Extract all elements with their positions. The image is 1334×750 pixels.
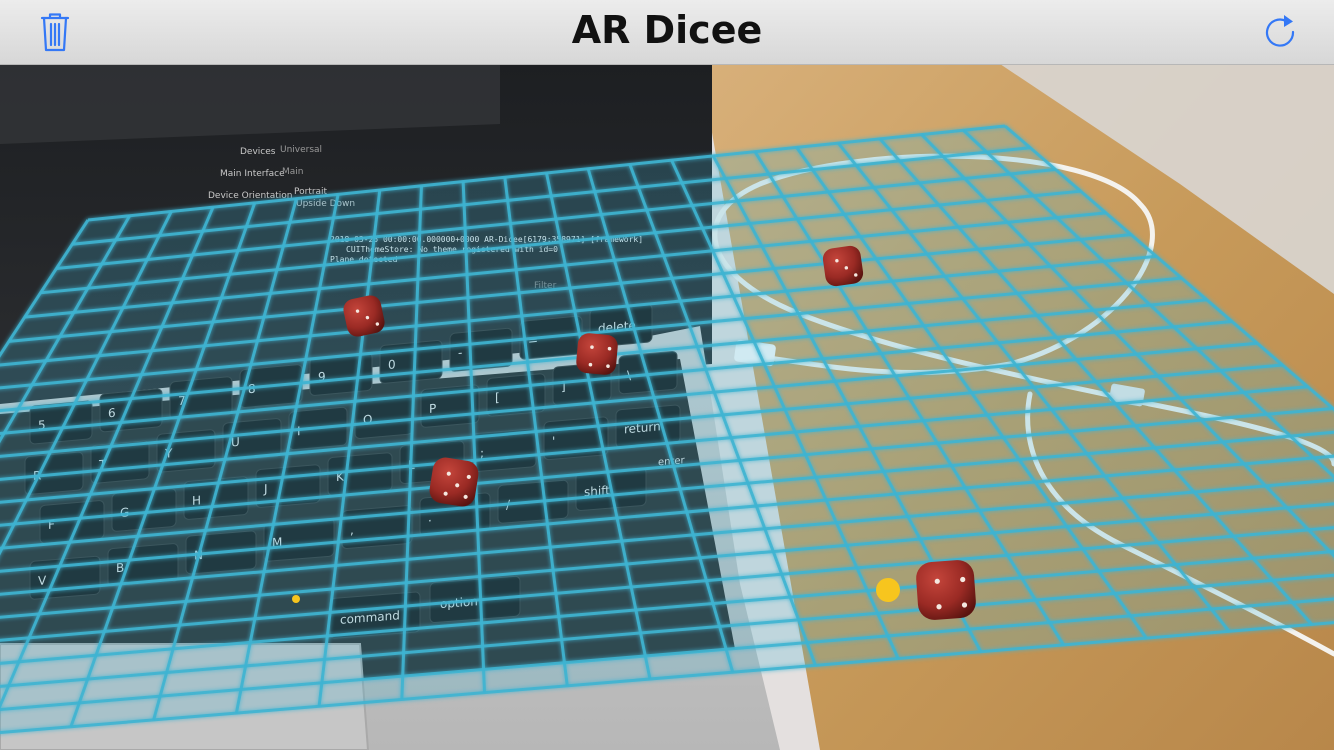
- die-5[interactable]: [915, 559, 977, 621]
- main-interface-value: Main: [282, 167, 304, 177]
- devices-value: Universal: [280, 145, 322, 155]
- die-body: [429, 457, 479, 507]
- refresh-button[interactable]: [1260, 10, 1304, 54]
- page-title: AR Dicee: [571, 8, 763, 52]
- die-body: [916, 560, 976, 620]
- feature-point-small: [292, 595, 300, 603]
- die-2[interactable]: [575, 332, 618, 375]
- navigation-bar: AR Dicee: [0, 0, 1334, 65]
- ar-scene-svg: Devices Universal Main Interface Main De…: [0, 64, 1334, 750]
- die-3[interactable]: [822, 245, 865, 288]
- die-body: [576, 333, 618, 375]
- die-4[interactable]: [428, 456, 481, 509]
- feature-point: [876, 578, 900, 602]
- ar-camera-view[interactable]: Devices Universal Main Interface Main De…: [0, 64, 1334, 750]
- devices-label: Devices: [240, 147, 276, 157]
- die-body: [822, 245, 864, 287]
- main-interface-label: Main Interface: [220, 169, 285, 179]
- refresh-icon: [1265, 15, 1295, 47]
